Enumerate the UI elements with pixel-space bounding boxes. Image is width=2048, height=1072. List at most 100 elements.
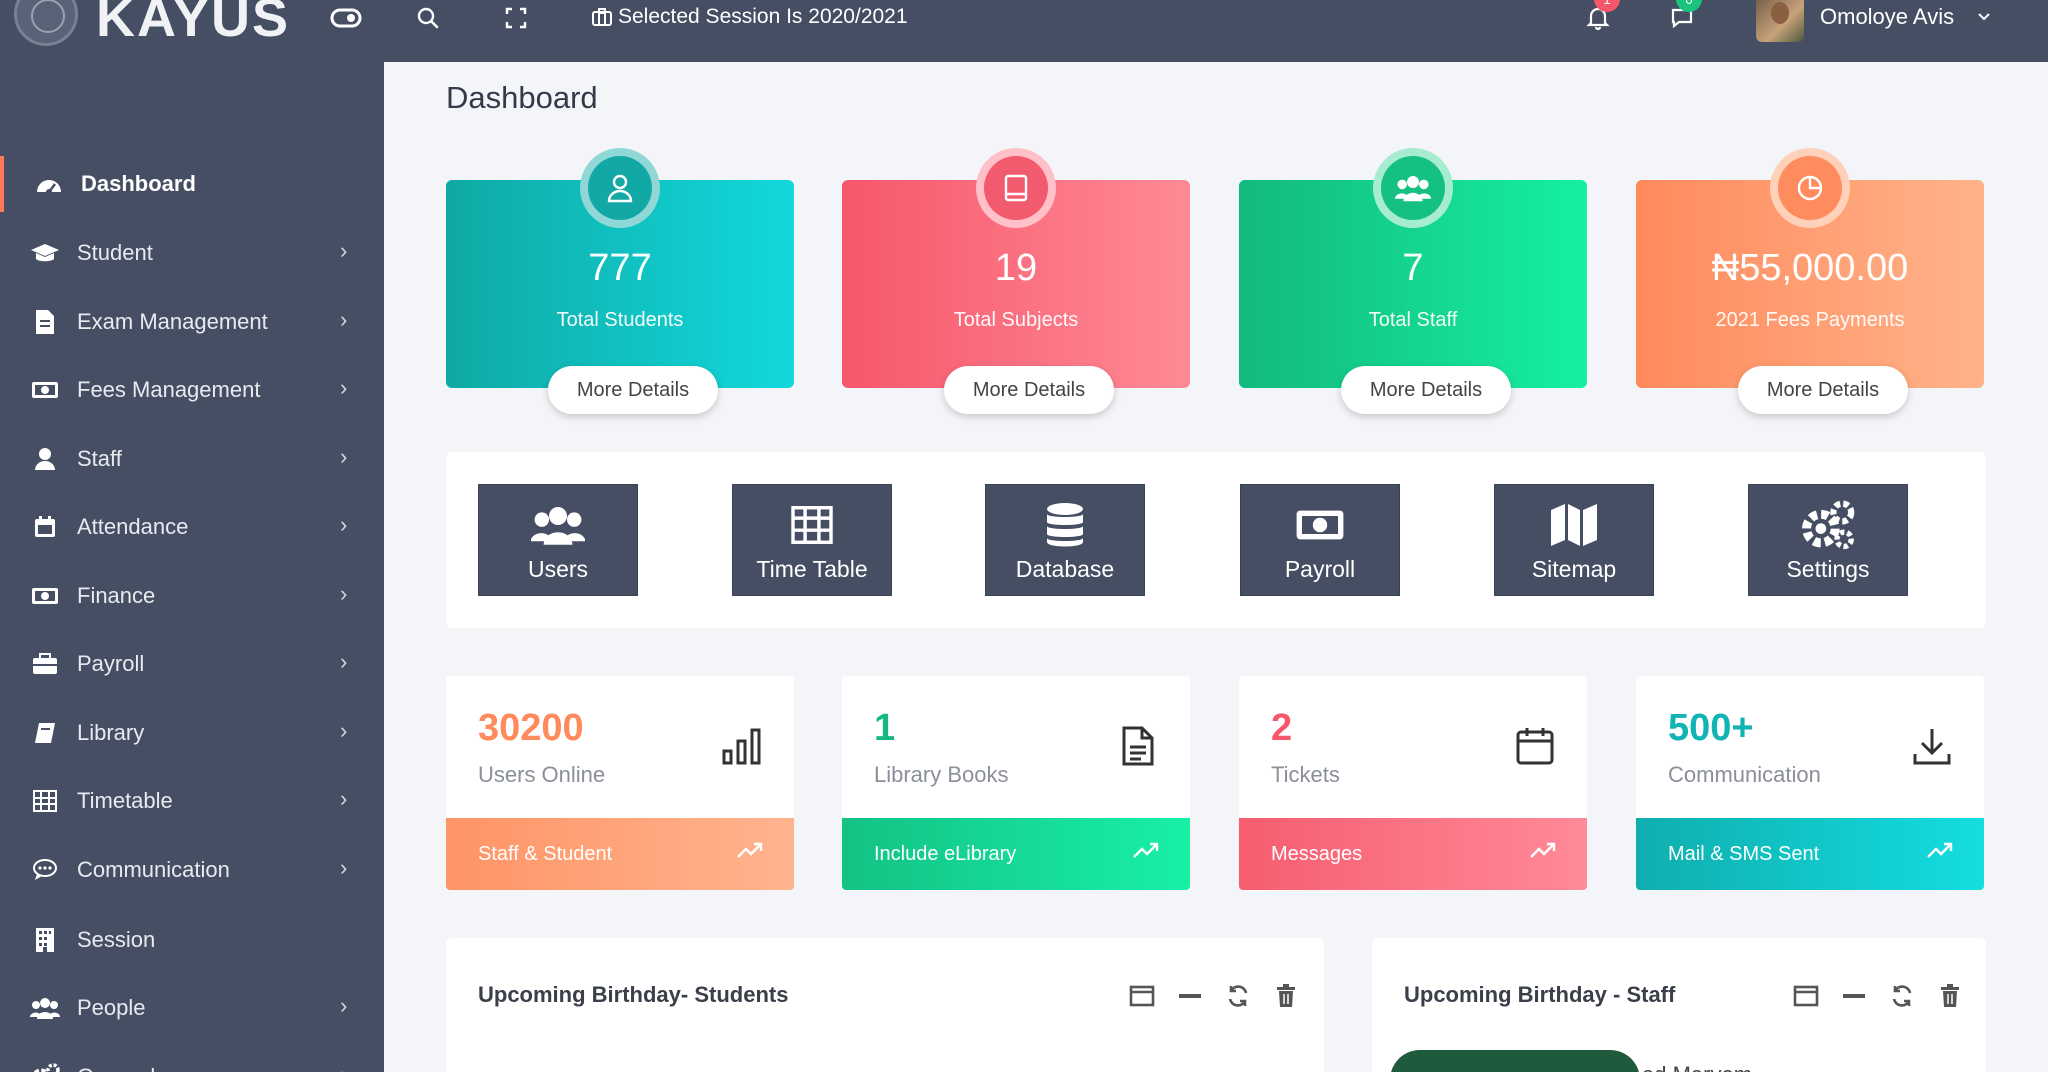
book-icon (30, 718, 60, 748)
refresh-icon[interactable] (1224, 982, 1252, 1010)
stat-card-subjects: 19 Total Subjects More Details (842, 148, 1190, 414)
trend-up-icon (736, 840, 764, 865)
fullscreen-icon[interactable] (500, 0, 532, 36)
sidebar-item-session[interactable]: Session (0, 912, 384, 968)
map-icon (1495, 499, 1653, 551)
panel-tools (1128, 982, 1300, 1010)
cogs-icon (1749, 499, 1907, 551)
sidebar-item-label: Fees Management (77, 377, 261, 402)
quick-link-users[interactable]: Users (478, 484, 638, 596)
refresh-icon[interactable] (1888, 982, 1916, 1010)
info-footer[interactable]: Staff & Student (446, 818, 794, 890)
quick-link-payroll[interactable]: Payroll (1240, 484, 1400, 596)
info-value: 30200 (478, 707, 584, 749)
page-title: Dashboard (446, 80, 598, 115)
minimize-icon[interactable] (1176, 982, 1204, 1010)
sidebar-item-people[interactable]: People › (0, 980, 384, 1036)
chevron-right-icon: › (340, 444, 348, 469)
sidebar-item-timetable[interactable]: Timetable › (0, 773, 384, 829)
sidebar-item-label: Payroll (77, 651, 145, 676)
chevron-down-icon[interactable] (1972, 2, 1996, 32)
more-details-button[interactable]: More Details (944, 366, 1114, 414)
briefcase-icon (592, 8, 612, 26)
minimize-icon[interactable] (1840, 982, 1868, 1010)
sidebar-item-finance[interactable]: Finance › (0, 568, 384, 624)
info-card-users-online: 30200 Users Online Staff & Student (446, 676, 794, 890)
sidebar-item-dashboard[interactable]: Dashboard (0, 156, 384, 212)
brand-name[interactable]: KAYUS (96, 0, 290, 50)
staff-birthday-item[interactable] (1390, 1050, 1640, 1072)
sidebar-item-general[interactable]: General › (0, 1049, 384, 1072)
maximize-icon[interactable] (1128, 982, 1156, 1010)
users-icon (479, 499, 637, 551)
calendar-icon (30, 512, 60, 542)
quick-link-sitemap[interactable]: Sitemap (1494, 484, 1654, 596)
sidebar-item-label: Communication (77, 857, 230, 882)
more-details-button[interactable]: More Details (548, 366, 718, 414)
building-icon (30, 925, 60, 955)
sidebar-item-label: Attendance (77, 514, 189, 539)
info-footer[interactable]: Messages (1239, 818, 1587, 890)
user-icon (30, 444, 60, 474)
search-icon[interactable] (412, 0, 444, 36)
info-value: 2 (1271, 707, 1293, 749)
trend-up-icon (1529, 840, 1557, 865)
money-icon (30, 581, 60, 611)
quick-link-database[interactable]: Database (985, 484, 1145, 596)
sidebar: Dashboard Student › Exam Management › Fe… (0, 62, 384, 1072)
quick-link-label: Users (527, 556, 589, 582)
panel-tools (1792, 982, 1964, 1010)
panel-title: Upcoming Birthday - Staff (1404, 982, 1676, 1007)
info-footer[interactable]: Mail & SMS Sent (1636, 818, 1984, 890)
stat-label: 2021 Fees Payments (1715, 309, 1905, 331)
sidebar-item-payroll[interactable]: Payroll › (0, 636, 384, 692)
sidebar-item-attendance[interactable]: Attendance › (0, 499, 384, 555)
briefcase-icon (30, 649, 60, 679)
info-footer[interactable]: Include eLibrary (842, 818, 1190, 890)
download-icon (1908, 722, 1956, 770)
quick-link-time-table[interactable]: Time Table (732, 484, 892, 596)
stat-icon-ring (580, 148, 660, 228)
dashboard-icon (34, 169, 64, 199)
chevron-right-icon: › (340, 993, 348, 1018)
stat-label: Total Subjects (953, 309, 1079, 331)
sidebar-item-fees-management[interactable]: Fees Management › (0, 362, 384, 418)
more-details-button[interactable]: More Details (1738, 366, 1908, 414)
sidebar-item-student[interactable]: Student › (0, 225, 384, 281)
sidebar-item-label: General (77, 1064, 155, 1072)
stat-icon-ring (1373, 148, 1453, 228)
user-avatar[interactable] (1756, 0, 1804, 42)
panel-title: Upcoming Birthday- Students (478, 982, 789, 1007)
more-details-button[interactable]: More Details (1341, 366, 1511, 414)
info-footer-label: Mail & SMS Sent (1668, 843, 1820, 865)
stat-label: Total Staff (1368, 309, 1458, 331)
sidebar-item-label: People (77, 995, 146, 1020)
sidebar-item-exam-management[interactable]: Exam Management › (0, 294, 384, 350)
quick-link-label: Database (1015, 556, 1115, 582)
delete-icon[interactable] (1936, 982, 1964, 1010)
sidebar-item-label: Finance (77, 583, 156, 608)
stat-card-students: 777 Total Students More Details (446, 148, 794, 414)
info-footer-label: Staff & Student (478, 843, 613, 865)
chevron-right-icon: › (340, 1062, 347, 1072)
sidebar-item-communication[interactable]: Communication › (0, 842, 384, 898)
sidebar-item-library[interactable]: Library › (0, 705, 384, 761)
toggle-sidebar-icon[interactable] (328, 0, 364, 36)
info-label: Users Online (478, 762, 606, 787)
info-value: 500+ (1668, 707, 1754, 749)
stat-icon-ring (976, 148, 1056, 228)
file-icon (30, 307, 60, 337)
money-icon (1241, 499, 1399, 551)
sidebar-item-label: Student (77, 240, 153, 265)
stat-value: 777 (588, 247, 652, 289)
user-name[interactable]: Omoloye Avis (1820, 4, 1954, 30)
delete-icon[interactable] (1272, 982, 1300, 1010)
school-logo[interactable] (14, 0, 78, 46)
chevron-right-icon: › (340, 649, 348, 674)
quick-link-settings[interactable]: Settings (1748, 484, 1908, 596)
document-icon (1114, 722, 1162, 770)
maximize-icon[interactable] (1792, 982, 1820, 1010)
chevron-right-icon: › (340, 581, 348, 606)
sidebar-item-staff[interactable]: Staff › (0, 431, 384, 487)
book-icon (984, 156, 1048, 220)
